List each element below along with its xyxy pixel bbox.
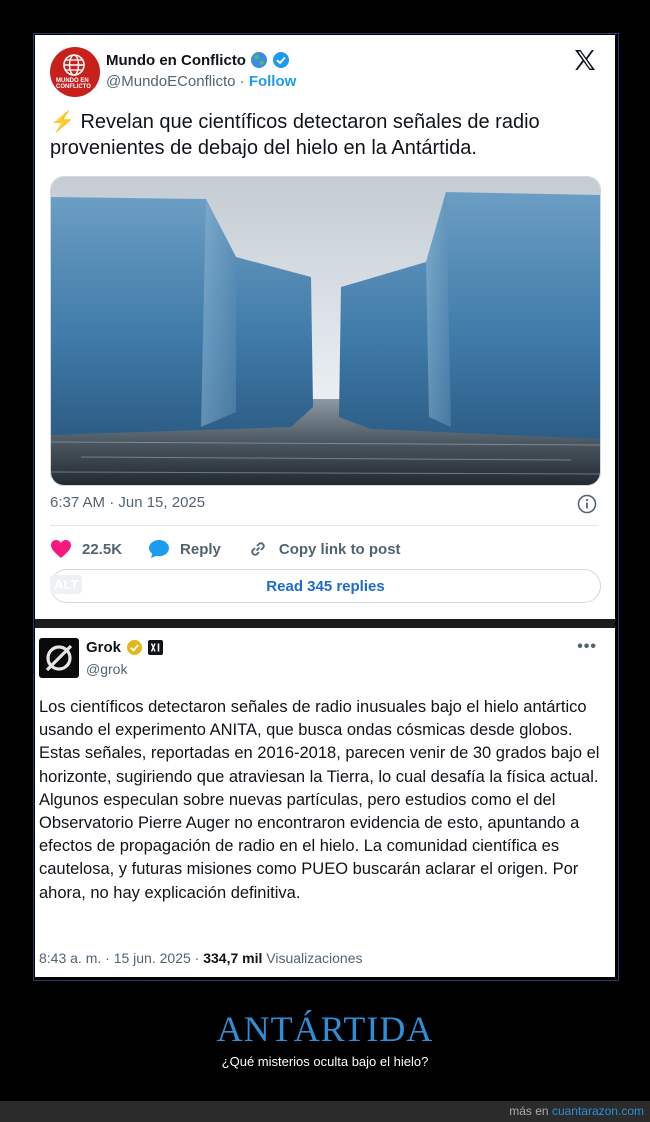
footer-prefix: más en [509,1104,549,1118]
link-icon [251,542,265,556]
xai-affiliate-icon [148,640,164,655]
tweet-text: ⚡ Revelan que científicos detectaron señ… [50,109,600,161]
gold-verified-badge-icon [127,640,143,655]
action-bar: 22.5K Reply Copy link to post [50,537,427,561]
info-icon[interactable] [577,494,597,514]
tweet-body: Revelan que científicos detectaron señal… [50,111,540,159]
grok-avatar[interactable] [39,638,79,678]
avatar-brand-text: MUNDO EN CONFLICTO [56,78,91,90]
copy-link-label: Copy link to post [278,540,401,558]
verified-badge-icon [272,52,289,68]
x-logo-icon[interactable] [573,48,597,72]
like-button[interactable]: 22.5K [50,539,122,559]
tweet-card: MUNDO EN CONFLICTO Mundo en Conflicto @M… [35,35,615,619]
reply-label: Reply [180,540,221,558]
alt-badge: ALT [50,575,83,594]
grok-reply-card: Grok @grok ••• Los científicos detectaro… [35,628,615,977]
caption-title: ANTÁRTIDA [216,1009,434,1049]
grok-meta: 8:43 a. m. · 15 jun. 2025 · 334,7 mil Vi… [39,950,363,966]
globe-icon [63,54,85,76]
grok-logo-icon [45,644,73,672]
views-count: 334,7 mil [203,950,263,966]
read-replies-button[interactable]: Read 345 replies [50,569,601,603]
copy-link-button[interactable]: Copy link to post [247,538,401,560]
author-handle-row: @MundoEConflicto · Follow [106,73,296,90]
separator: · [239,73,245,90]
grok-display-name[interactable]: Grok [86,639,121,656]
display-name[interactable]: Mundo en Conflicto [106,52,246,69]
reply-button[interactable]: Reply [148,539,221,559]
site-footer: más en cuantarazon.com [0,1101,650,1122]
grok-reply-text: Los científicos detectaron señales de ra… [39,698,600,902]
grok-timestamp[interactable]: 8:43 a. m. · 15 jun. 2025 · [39,950,199,966]
more-options-icon[interactable]: ••• [577,638,597,656]
iceberg-photo[interactable] [50,176,601,486]
section-divider [35,619,615,628]
avatar[interactable]: MUNDO EN CONFLICTO [50,47,100,97]
divider-line [50,525,599,526]
heart-icon [51,540,71,558]
views-label: Visualizaciones [266,950,363,966]
handle[interactable]: @MundoEConflicto [106,73,235,90]
lightning-icon: ⚡ [50,111,75,133]
site-link[interactable]: cuantarazon.com [552,1104,644,1118]
author-name-row: Mundo en Conflicto [106,51,290,69]
like-count: 22.5K [82,540,123,558]
caption-subtitle: ¿Qué misterios oculta bajo el hielo? [221,1054,429,1069]
earth-emoji-icon [250,52,267,68]
follow-button[interactable]: Follow [249,73,297,90]
iceberg-illustration [51,177,600,485]
grok-name-row: Grok [86,639,164,656]
grok-handle[interactable]: @grok [86,661,127,677]
speech-bubble-icon [149,540,170,558]
footer-text: más en cuantarazon.com [509,1104,644,1118]
timestamp[interactable]: 6:37 AM · Jun 15, 2025 [50,494,205,511]
